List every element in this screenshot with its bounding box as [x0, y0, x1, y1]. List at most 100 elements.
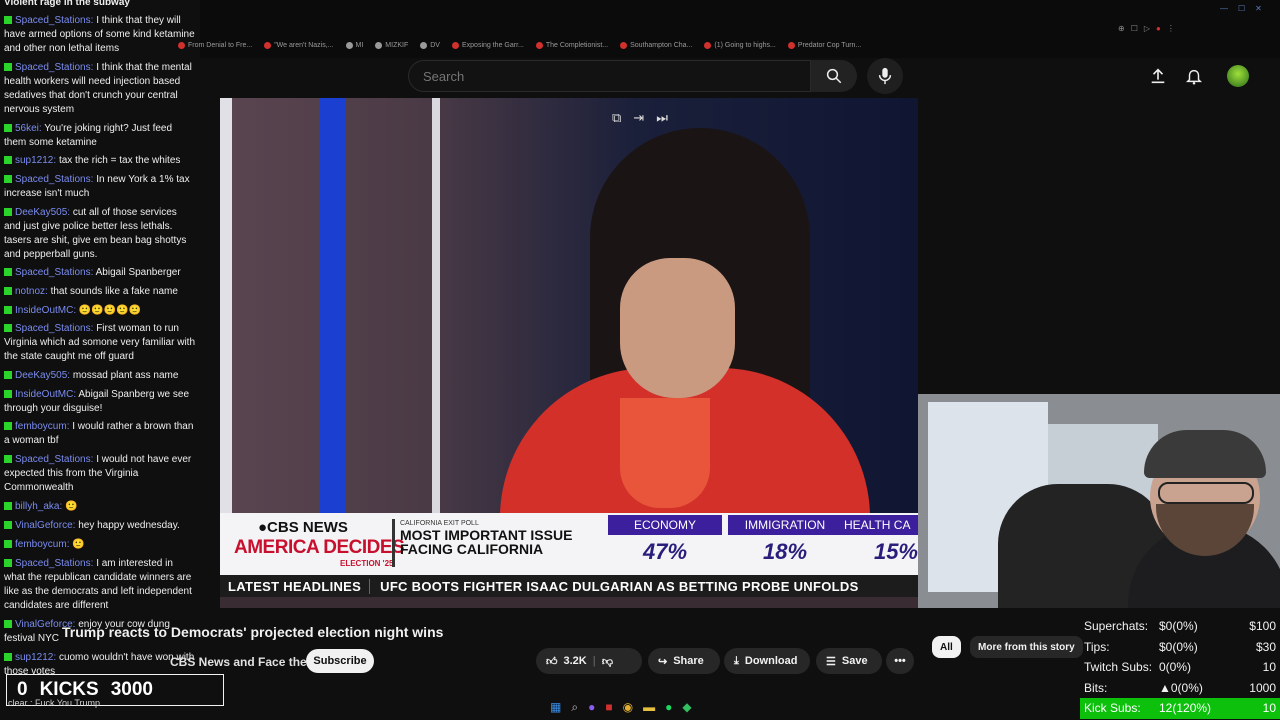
- app-icon[interactable]: ■: [605, 700, 612, 715]
- poll-value: 47%: [642, 539, 688, 564]
- zoom-icon[interactable]: ⊕: [1118, 24, 1125, 33]
- app-icon[interactable]: ◆: [682, 700, 691, 715]
- thumbs-up-icon[interactable]: 👍︎: [546, 655, 558, 668]
- badge-icon: [4, 208, 12, 216]
- ticker-text: UFC BOOTS FIGHTER ISAAC DULGARIAN AS BET…: [380, 578, 859, 594]
- maximize-icon[interactable]: ☐: [1238, 4, 1245, 13]
- close-icon[interactable]: ✕: [1255, 4, 1262, 13]
- bookmark-favicon-icon: [420, 41, 428, 49]
- webcam-overlay: [918, 394, 1280, 608]
- badge-icon: [4, 175, 12, 183]
- chat-message: sup1212: tax the rich = tax the whites: [4, 154, 196, 168]
- ticker-label: LATEST HEADLINES: [220, 578, 371, 594]
- theater-icon[interactable]: ⇥: [633, 110, 644, 126]
- subscribe-button[interactable]: Subscribe: [306, 649, 374, 673]
- chat-message: DeeKay505: mossad plant ass name: [4, 369, 196, 383]
- search-box[interactable]: [408, 60, 811, 92]
- chat-message: InsideOutMC: Abigail Spanberg we see thr…: [4, 389, 190, 414]
- poll-category: HEALTH CA: [838, 515, 918, 535]
- avatar[interactable]: [1224, 62, 1252, 90]
- more-actions-button[interactable]: •••: [886, 648, 914, 674]
- bell-icon[interactable]: [1180, 62, 1208, 90]
- thumbs-down-icon[interactable]: 👎︎: [602, 655, 613, 668]
- chat-message: DeeKay505: cut all of those services and…: [4, 207, 187, 260]
- bookmark-icon[interactable]: ☐: [1131, 24, 1138, 33]
- stat-row: Superchats: $0(0%) $100: [1084, 619, 1276, 634]
- menu-icon[interactable]: ⋮: [1167, 24, 1175, 33]
- badge-icon: [4, 390, 12, 398]
- save-icon: ☰: [826, 655, 836, 668]
- badge-icon: [4, 540, 12, 548]
- chat-message: Spaced_Stations: I would not have ever e…: [4, 454, 192, 493]
- stat-row: Tips: $0(0%) $30: [1084, 639, 1276, 654]
- video-player[interactable]: ⧉ ⇥ ⏭ ●CBS NEWS AMERICA DECIDES ELECTION…: [220, 98, 918, 608]
- share-button[interactable]: ↪ Share: [648, 648, 720, 674]
- upload-icon[interactable]: [1144, 62, 1172, 90]
- badge-icon: [4, 371, 12, 379]
- search-icon: [826, 68, 842, 84]
- chip-all[interactable]: All: [932, 636, 961, 658]
- bookmark-favicon-icon: [787, 41, 795, 49]
- badge-icon: [4, 422, 12, 430]
- windows-start-icon[interactable]: ▦: [550, 700, 561, 715]
- bookmark-item[interactable]: (1) Going to highs...: [704, 38, 776, 52]
- bookmark-favicon-icon: [178, 41, 185, 49]
- bookmark-item[interactable]: The Completionist...: [535, 38, 608, 52]
- kicks-goal: 3000: [110, 679, 153, 700]
- chat-panel: Violent rage in the subway Spaced_Statio…: [0, 0, 200, 720]
- next-icon[interactable]: ⏭: [656, 110, 668, 126]
- chat-message: InsideOutMC: 🙂🙂🙂🙂🙂: [4, 304, 196, 318]
- voice-search-button[interactable]: [867, 58, 903, 94]
- window-controls: — ☐ ✕: [1220, 4, 1262, 13]
- badge-icon: [4, 156, 12, 164]
- poll-category: IMMIGRATION: [728, 515, 842, 535]
- chat-message: 56kei: You're joking right? Just feed th…: [4, 123, 173, 148]
- badge-icon: [4, 268, 12, 276]
- bookmark-item[interactable]: MI: [345, 38, 363, 52]
- bookmark-item[interactable]: Southampton Cha...: [620, 38, 692, 52]
- bookmark-item[interactable]: MIZKIF: [375, 38, 408, 52]
- app-icon[interactable]: ●: [588, 700, 595, 715]
- minimize-icon[interactable]: —: [1220, 4, 1228, 13]
- shield-icon[interactable]: ●: [1156, 24, 1161, 33]
- bookmark-item[interactable]: "We aren't Nazis,...: [264, 38, 334, 52]
- download-button[interactable]: ⤓ Download: [724, 648, 810, 674]
- bookmark-favicon-icon: [704, 41, 712, 49]
- poll-value: 18%: [762, 539, 808, 564]
- chat-message: Spaced_Stations: In new York a 1% tax in…: [4, 174, 190, 199]
- bookmark-item[interactable]: DV: [420, 38, 440, 52]
- badge-icon: [4, 324, 12, 332]
- spotify-icon[interactable]: ●: [665, 700, 672, 715]
- search-icon[interactable]: ⌕: [571, 700, 578, 715]
- search-input[interactable]: [421, 67, 785, 85]
- bookmark-item[interactable]: Exposing the Garr...: [451, 38, 524, 52]
- extension-icon[interactable]: ▷: [1144, 24, 1150, 33]
- browser-extension-icons: ⊕ ☐ ▷ ● ⋮: [1118, 24, 1175, 33]
- poll-title: MOST IMPORTANT ISSUE FACING CALIFORNIA: [400, 527, 573, 557]
- bookmark-item[interactable]: Predator Cop Turn...: [787, 38, 861, 52]
- save-button[interactable]: ☰ Save: [816, 648, 882, 674]
- chrome-icon[interactable]: ◉: [623, 700, 633, 715]
- video-title: Trump reacts to Democrats' projected ele…: [62, 624, 444, 640]
- badge-icon: [4, 455, 12, 463]
- bookmark-favicon-icon: [264, 41, 272, 49]
- cbs-logo: ●CBS NEWS: [258, 519, 348, 536]
- folder-icon[interactable]: ▬: [643, 700, 655, 715]
- chat-message: femboycum: I would rather a brown than a…: [4, 421, 194, 446]
- chat-message: Spaced_Stations: First woman to run Virg…: [4, 323, 196, 362]
- chip-more-from-story[interactable]: More from this story: [970, 636, 1083, 658]
- bookmark-item[interactable]: From Denial to Fre...: [178, 38, 252, 52]
- chat-message: femboycum: 🙂: [4, 538, 196, 552]
- badge-icon: [4, 653, 12, 661]
- bookmark-favicon-icon: [535, 41, 543, 49]
- bookmarks-bar: From Denial to Fre... "We aren't Nazis,..…: [178, 38, 861, 52]
- chat-message: notnoz: that sounds like a fake name: [4, 285, 196, 299]
- chat-message: Spaced_Stations: I think that the mental…: [4, 62, 192, 115]
- election-tag: ELECTION '25: [340, 559, 394, 568]
- america-decides-logo: AMERICA DECIDES: [234, 537, 405, 558]
- search-button[interactable]: [811, 60, 857, 92]
- like-count: 3.2K: [563, 655, 587, 667]
- miniplayer-icon[interactable]: ⧉: [612, 110, 621, 126]
- taskbar: ▦ ⌕ ● ■ ◉ ▬ ● ◆: [550, 700, 692, 715]
- like-dislike-button[interactable]: 👍︎ 3.2K | 👎︎: [536, 648, 642, 674]
